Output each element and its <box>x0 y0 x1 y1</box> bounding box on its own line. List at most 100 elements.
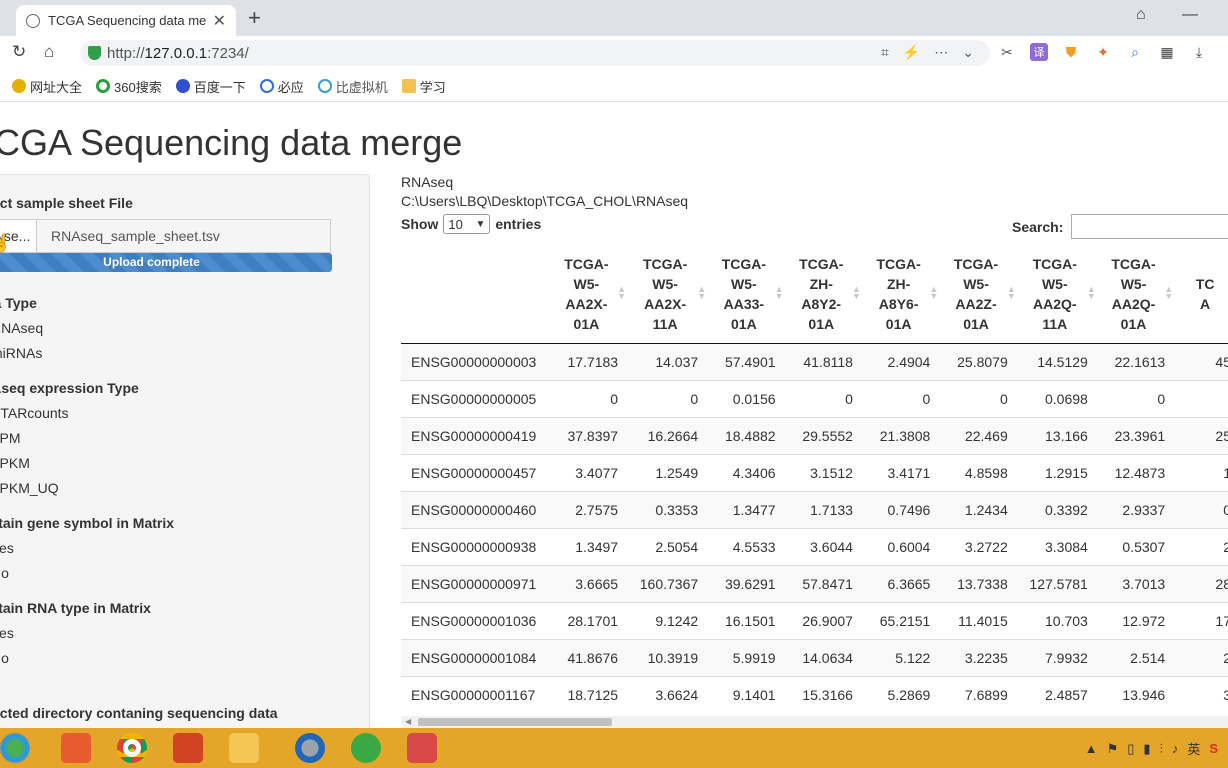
horizontal-scrollbar[interactable]: ◀ <box>401 716 1228 728</box>
browser-tab[interactable]: TCGA Sequencing data mer ✕ <box>16 5 236 36</box>
table-row[interactable]: ENSG00000000460 2.7575 0.3353 1.3477 1.7133 0… <box>401 490 1228 528</box>
search-ext-icon[interactable]: ⌕ <box>1126 43 1144 61</box>
table-row[interactable]: ENSG00000000003 17.7183 14.037 57.4901 41.81… <box>401 342 1228 380</box>
column-header-sample[interactable]: TCGA- W5- AA2Z- 01A ▲ ▼ <box>940 246 1018 344</box>
value-cell <box>1175 379 1228 417</box>
table-row[interactable]: ENSG00000000971 3.6665 160.7367 39.6291 57.8… <box>401 564 1228 602</box>
table-row[interactable]: ENSG00000001167 18.7125 3.6624 9.1401 15.316… <box>401 675 1228 713</box>
column-header-sample[interactable]: TCGA- ZH- A8Y6- 01A ▲ ▼ <box>862 246 941 344</box>
game-ext-icon[interactable]: ✦ <box>1094 43 1112 61</box>
value-cell: 22.469 <box>940 416 1018 454</box>
radio-option-starcounts[interactable]: STARcounts <box>0 405 69 421</box>
value-cell: 4.3406 <box>708 453 786 491</box>
close-tab-icon[interactable]: ✕ <box>213 11 226 31</box>
apps-grid-icon[interactable]: ▦ <box>1158 43 1176 61</box>
gene-id-cell: ENSG00000000971 <box>401 564 551 602</box>
minimize-icon[interactable]: — <box>1182 6 1198 24</box>
value-cell: 13.166 <box>1017 416 1098 454</box>
tray-volume-icon[interactable]: ♪ <box>1172 741 1179 756</box>
sort-icon[interactable]: ▲ ▼ <box>775 285 784 301</box>
url-input[interactable]: http://127.0.0.1:7234/ ⌗ ⚡ ⋯ ⌄ <box>80 40 990 66</box>
sort-icon[interactable]: ▲ ▼ <box>617 285 626 301</box>
tray-sogou-icon[interactable]: S <box>1209 741 1218 756</box>
radio-option-gene-no[interactable]: No <box>0 565 9 581</box>
taskbar-app-360[interactable] <box>0 728 30 768</box>
table-row[interactable]: ENSG00000000419 37.8397 16.2664 18.4882 29.5… <box>401 416 1228 454</box>
column-header-sample[interactable]: TCGA- W5- AA2X- 11A ▲ ▼ <box>628 246 709 344</box>
chevron-down-icon[interactable]: ⌄ <box>962 44 974 61</box>
table-row[interactable]: ENSG00000000938 1.3497 2.5054 4.5533 3.6044 0… <box>401 527 1228 565</box>
value-cell: 6.3665 <box>862 564 941 602</box>
value-cell: 11.4015 <box>940 601 1018 639</box>
translate-ext-icon[interactable]: 译 <box>1030 43 1048 61</box>
scissors-icon[interactable]: ✂ <box>998 43 1016 61</box>
radio-option-rna-yes[interactable]: Yes <box>0 625 14 641</box>
tray-signal-icon[interactable]: ⫶ <box>1160 741 1163 757</box>
download-icon[interactable]: ⤓ <box>1190 43 1208 61</box>
radio-option-rna-no[interactable]: No <box>0 650 9 666</box>
value-cell: 2 <box>1175 638 1228 676</box>
column-header-gene[interactable] <box>401 246 551 344</box>
sort-icon[interactable]: ▲ ▼ <box>929 285 938 301</box>
column-header-sample[interactable]: TCGA- W5- AA2Q- 01A ▲ ▼ <box>1097 246 1176 344</box>
tray-network-icon[interactable]: ▮ <box>1143 741 1150 757</box>
sort-icon[interactable]: ▲ ▼ <box>1164 285 1173 301</box>
sort-icon[interactable]: ▲ ▼ <box>1007 285 1016 301</box>
radio-option-rnaseq[interactable]: RNAseq <box>0 320 43 336</box>
bookmark-item[interactable]: 比虚拟机 <box>317 77 388 96</box>
search-input[interactable] <box>1071 214 1228 239</box>
radio-option-tpm[interactable]: TPM <box>0 430 21 446</box>
home-icon[interactable]: ⌂ <box>44 42 54 62</box>
taskbar-app-r[interactable] <box>282 728 338 768</box>
table-row[interactable]: ENSG00000000457 3.4077 1.2549 4.3406 3.1512 3… <box>401 453 1228 491</box>
radio-option-mirnas[interactable]: miRNAs <box>0 345 42 361</box>
sort-icon[interactable]: ▲ ▼ <box>852 285 861 301</box>
value-cell: 9.1242 <box>628 601 709 639</box>
tray-app-icon[interactable]: ⚑ <box>1107 741 1119 757</box>
sort-icon[interactable]: ▲ ▼ <box>697 285 706 301</box>
column-header-sample[interactable]: TCGA- W5- AA2Q- 11A ▲ ▼ <box>1017 246 1098 344</box>
sort-icon[interactable]: ▲ ▼ <box>1087 285 1096 301</box>
gene-id-cell: ENSG00000000003 <box>401 342 551 380</box>
tray-device-icon[interactable]: ▯ <box>1127 741 1134 757</box>
table-row[interactable]: ENSG00000001084 41.8676 10.3919 5.9919 14.06… <box>401 638 1228 676</box>
value-cell: 0 <box>1097 379 1176 417</box>
reload-icon[interactable]: ↻ <box>12 42 26 62</box>
bookmark-folder[interactable]: 学习 <box>401 77 446 96</box>
column-header-sample[interactable]: TCGA- W5- AA33- 01A ▲ ▼ <box>708 246 786 344</box>
more-icon[interactable]: ⋯ <box>934 44 948 61</box>
shield-ext-icon[interactable]: ⛊ <box>1062 43 1080 61</box>
column-header-sample[interactable]: TCGA- ZH- A8Y2- 01A ▲ ▼ <box>785 246 863 344</box>
column-header-sample[interactable]: TCGA- W5- AA2X- 01A ▲ ▼ <box>550 246 629 344</box>
bookmark-item[interactable]: 必应 <box>259 77 304 96</box>
gene-id-cell: ENSG00000000938 <box>401 527 551 565</box>
table-row[interactable]: ENSG00000001036 28.1701 9.1242 16.1501 26.90… <box>401 601 1228 639</box>
bookmark-item[interactable]: 百度一下 <box>175 77 246 96</box>
taskbar-app-explorer[interactable] <box>216 728 272 768</box>
radio-option-fpkm-uq[interactable]: FPKM_UQ <box>0 480 59 496</box>
tray-up-arrow-icon[interactable]: ▲ <box>1085 741 1098 756</box>
radio-option-fpkm[interactable]: FPKM <box>0 455 30 471</box>
pin-icon[interactable]: ⌂ <box>1136 6 1146 24</box>
lightning-icon[interactable]: ⚡ <box>903 44 920 61</box>
taskbar-app-browser[interactable] <box>338 728 394 768</box>
translate-icon[interactable]: ⌗ <box>881 44 889 61</box>
taskbar-app-other[interactable] <box>394 728 450 768</box>
taskbar-app-powerpoint[interactable] <box>160 728 216 768</box>
column-header-sample[interactable]: TCA▲▼ <box>1175 246 1228 344</box>
column-header-line: TCGA- <box>799 256 844 273</box>
folder-icon <box>229 733 259 763</box>
taskbar-app-chrome[interactable] <box>104 728 160 768</box>
entries-select[interactable]: 10 ▼ <box>443 214 491 234</box>
tray-ime[interactable]: 英 <box>1187 739 1200 758</box>
value-cell: 14.037 <box>628 342 709 380</box>
bookmark-item[interactable]: 360搜索 <box>96 77 162 96</box>
new-tab-button[interactable]: + <box>248 5 261 31</box>
radio-option-gene-yes[interactable]: Yes <box>0 540 14 556</box>
scrollbar-thumb[interactable] <box>418 718 612 726</box>
table-row[interactable]: ENSG00000000005 0 0 0.0156 0 0 0 0.0698 0 <box>401 379 1228 417</box>
column-header-line: A8Y6- <box>878 296 919 313</box>
scroll-left-icon[interactable]: ◀ <box>405 717 411 726</box>
taskbar-app-sublime[interactable] <box>48 728 104 768</box>
bookmark-item[interactable]: 网址大全 <box>12 77 82 96</box>
